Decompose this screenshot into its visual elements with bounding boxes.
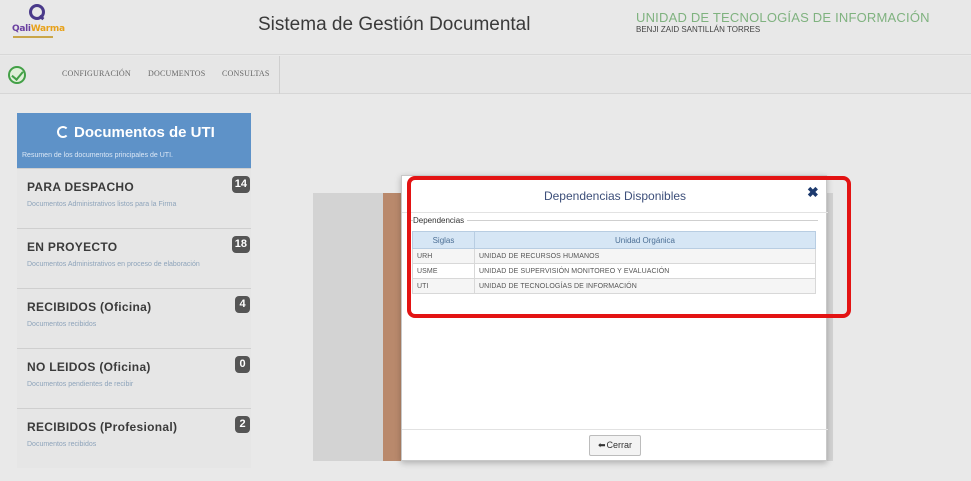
fieldset-legend: Dependencias [413, 216, 468, 225]
nav-item-consultas[interactable]: CONSULTAS [222, 69, 270, 78]
modal-footer-divider [402, 429, 828, 430]
user-name: BENJI ZAID SANTILLÁN TORRES [636, 25, 761, 34]
cerrar-button[interactable]: ⬅Cerrar [589, 435, 641, 456]
cell-unidad: UNIDAD DE RECURSOS HUMANOS [474, 248, 816, 264]
cell-siglas: UTI [412, 278, 475, 294]
unit-name: UNIDAD DE TECNOLOGÍAS DE INFORMACIÓN [636, 10, 930, 25]
sidebar-item-desc: Documentos pendientes de recibir [27, 381, 134, 388]
sidebar-item-en-proyecto[interactable]: EN PROYECTO Documentos Administrativos e… [17, 228, 251, 288]
dependencias-modal: Dependencias Disponibles ✖ Dependencias … [401, 175, 828, 461]
sidebar-item-title: EN PROYECTO [27, 240, 118, 254]
sidebar-item-recibidos-profesional[interactable]: RECIBIDOS (Profesional) Documentos recib… [17, 408, 251, 468]
check-circle-icon[interactable] [8, 66, 26, 84]
dependencias-table: Siglas Unidad Orgánica URH UNIDAD DE REC… [412, 231, 816, 294]
modal-title: Dependencias Disponibles [543, 189, 687, 203]
nav-item-configuracion[interactable]: CONFIGURACIÓN [62, 69, 131, 78]
table-header-row: Siglas Unidad Orgánica [412, 231, 816, 249]
cell-siglas: URH [412, 248, 475, 264]
sidebar-item-desc: Documentos Administrativos listos para l… [27, 201, 177, 208]
count-badge: 0 [235, 356, 250, 373]
sidebar-item-recibidos-oficina[interactable]: RECIBIDOS (Oficina) Documentos recibidos… [17, 288, 251, 348]
cell-unidad: UNIDAD DE TECNOLOGÍAS DE INFORMACIÓN [474, 278, 816, 294]
sidebar-item-desc: Documentos recibidos [27, 441, 97, 448]
logo-underline [13, 36, 53, 38]
nav-divider [279, 56, 280, 94]
app-title: Sistema de Gestión Documental [258, 14, 531, 35]
count-badge: 14 [231, 176, 250, 193]
column-header-siglas[interactable]: Siglas [412, 231, 475, 249]
logo-text: QaliWarma [12, 24, 65, 34]
count-badge: 4 [235, 296, 250, 313]
cerrar-button-label: Cerrar [606, 440, 633, 450]
sidebar-item-title: RECIBIDOS (Profesional) [27, 420, 178, 434]
sidebar-item-title: NO LEIDOS (Oficina) [27, 360, 151, 374]
sidebar-header: Documentos de UTI Resumen de los documen… [17, 113, 251, 168]
sidebar-title: Documentos de UTI [57, 124, 215, 141]
sidebar-item-para-despacho[interactable]: PARA DESPACHO Documentos Administrativos… [17, 168, 251, 228]
column-header-unidad[interactable]: Unidad Orgánica [474, 231, 816, 249]
sidebar-item-desc: Documentos recibidos [27, 321, 97, 328]
table-row[interactable]: URH UNIDAD DE RECURSOS HUMANOS [412, 248, 816, 264]
logo-icon [29, 4, 45, 20]
documents-sidebar: Documentos de UTI Resumen de los documen… [17, 113, 251, 481]
table-row[interactable]: USME UNIDAD DE SUPERVISIÓN MONITOREO Y E… [412, 263, 816, 279]
arrow-left-icon: ⬅ [597, 440, 606, 450]
cell-unidad: UNIDAD DE SUPERVISIÓN MONITOREO Y EVALUA… [474, 263, 816, 279]
background-photo-strip [383, 193, 403, 461]
sidebar-item-no-leidos-oficina[interactable]: NO LEIDOS (Oficina) Documentos pendiente… [17, 348, 251, 408]
app-header: QaliWarma Sistema de Gestión Documental … [0, 0, 971, 55]
count-badge: 2 [235, 416, 250, 433]
close-icon[interactable]: ✖ [807, 184, 819, 201]
qaliwarma-logo[interactable]: QaliWarma [10, 4, 66, 48]
count-badge: 18 [231, 236, 250, 253]
modal-divider [402, 212, 828, 213]
table-row[interactable]: UTI UNIDAD DE TECNOLOGÍAS DE INFORMACIÓN [412, 278, 816, 294]
sidebar-subtitle: Resumen de los documentos principales de… [22, 152, 173, 159]
sidebar-item-title: RECIBIDOS (Oficina) [27, 300, 152, 314]
sidebar-item-desc: Documentos Administrativos en proceso de… [27, 261, 200, 268]
refresh-icon[interactable] [57, 126, 69, 138]
sidebar-item-title: PARA DESPACHO [27, 180, 135, 194]
cell-siglas: USME [412, 263, 475, 279]
nav-item-documentos[interactable]: DOCUMENTOS [148, 69, 205, 78]
main-nav: CONFIGURACIÓN DOCUMENTOS CONSULTAS [0, 56, 971, 94]
